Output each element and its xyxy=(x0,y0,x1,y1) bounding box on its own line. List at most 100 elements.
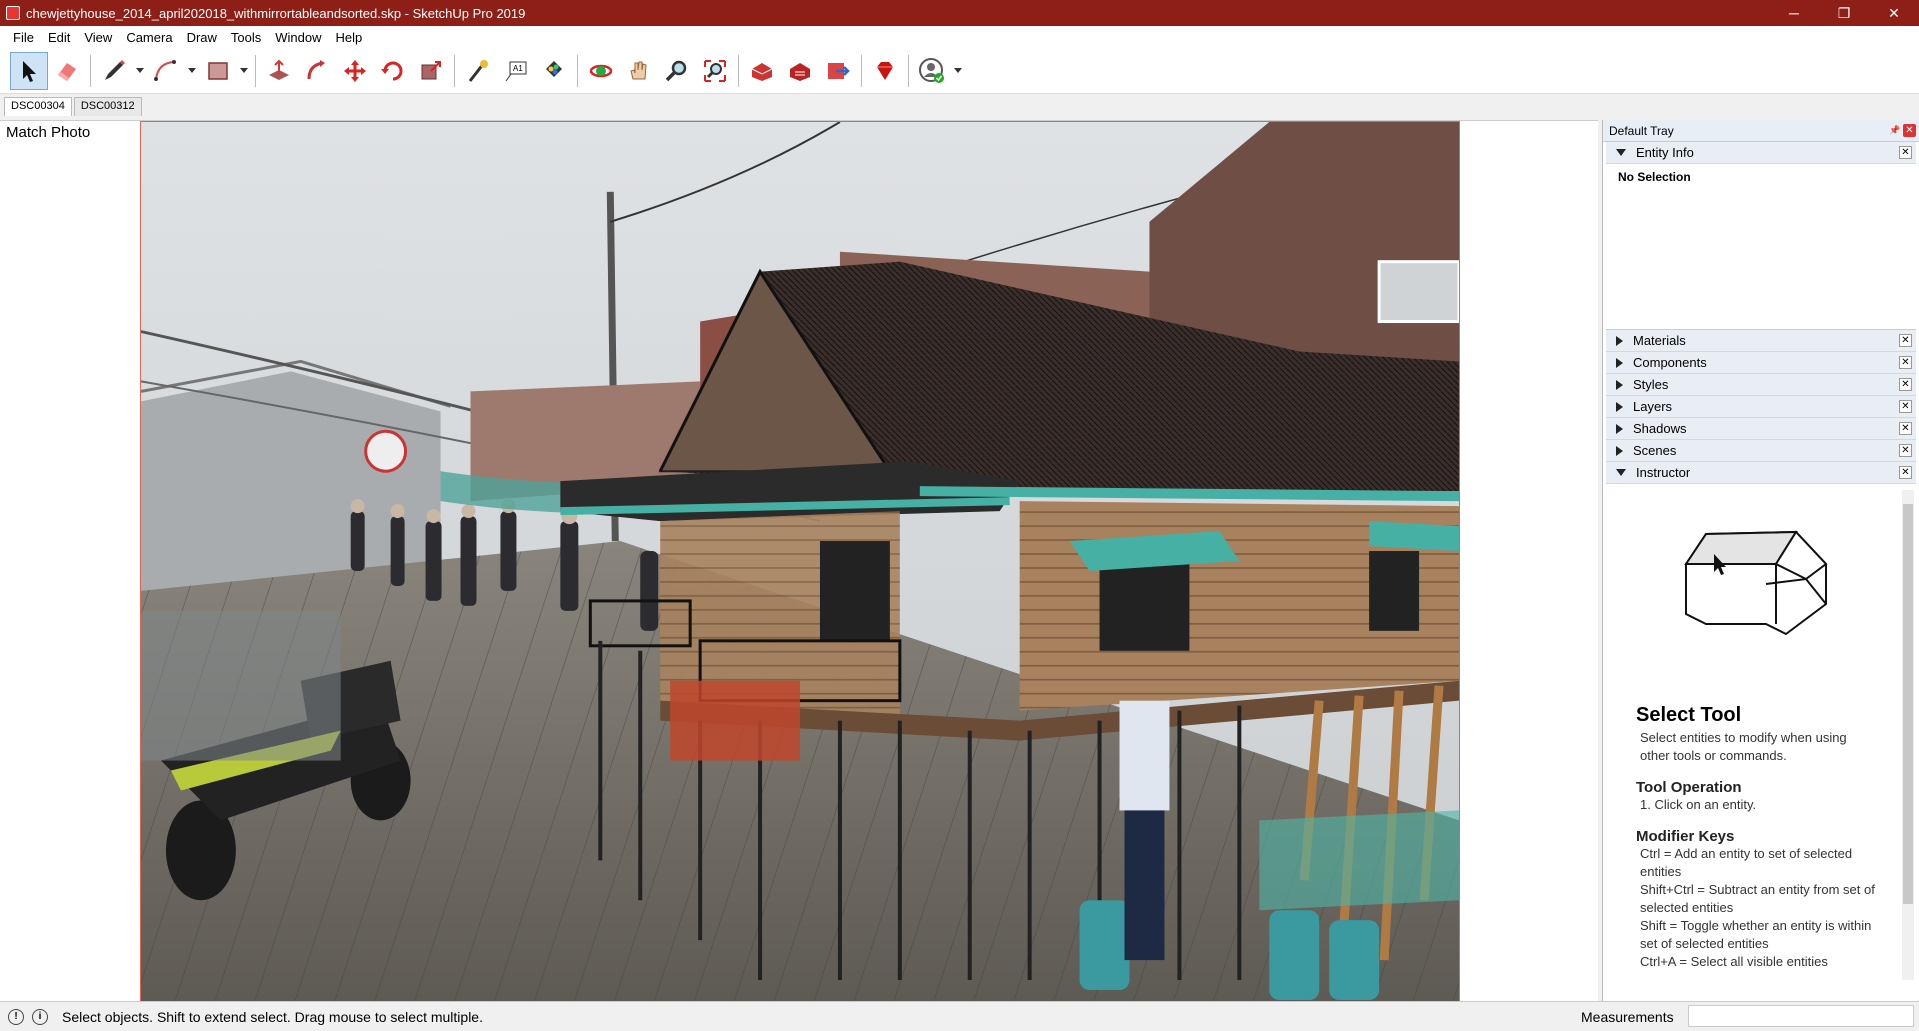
panel-entity-info[interactable]: Entity Info ✕ xyxy=(1606,142,1916,164)
panel-close-icon[interactable]: ✕ xyxy=(1899,334,1912,347)
push-pull-tool-button[interactable] xyxy=(260,52,298,90)
panel-close-icon[interactable]: ✕ xyxy=(1899,146,1912,159)
rectangle-tool-button[interactable] xyxy=(199,52,237,90)
default-tray: Default Tray 📌 ✕ Entity Info ✕ No Select… xyxy=(1602,120,1919,1001)
panel-components[interactable]: Components ✕ xyxy=(1606,352,1916,374)
toolbar-separator xyxy=(908,54,909,87)
send-to-layout-button[interactable] xyxy=(819,52,857,90)
extension-warehouse-button[interactable] xyxy=(781,52,819,90)
user-account-icon xyxy=(919,57,944,83)
entity-info-body: No Selection xyxy=(1606,164,1916,330)
menu-camera[interactable]: Camera xyxy=(119,30,179,45)
toolbar-separator xyxy=(738,54,739,87)
line-tool-dropdown[interactable] xyxy=(133,52,147,90)
move-tool-button[interactable] xyxy=(336,52,374,90)
panel-layers[interactable]: Layers ✕ xyxy=(1606,396,1916,418)
3d-viewport[interactable]: Match Photo xyxy=(0,120,1598,1001)
layout-icon xyxy=(828,62,850,79)
arc-icon xyxy=(154,59,176,81)
pan-tool-button[interactable] xyxy=(620,52,658,90)
selection-status: No Selection xyxy=(1618,170,1691,184)
menu-tools[interactable]: Tools xyxy=(224,30,268,45)
rectangle-tool-dropdown[interactable] xyxy=(237,52,251,90)
panel-close-icon[interactable]: ✕ xyxy=(1899,378,1912,391)
collapsed-triangle-icon xyxy=(1616,335,1623,346)
zoom-extents-icon xyxy=(704,59,726,82)
svg-text:A1: A1 xyxy=(513,64,523,73)
tray-close-icon[interactable]: ✕ xyxy=(1903,124,1916,137)
panel-label: Materials xyxy=(1633,333,1686,348)
scene-tab-dsc00304[interactable]: DSC00304 xyxy=(4,97,72,116)
title-bar: chewjettyhouse_2014_april202018_withmirr… xyxy=(0,0,1919,26)
panel-materials[interactable]: Materials ✕ xyxy=(1606,330,1916,352)
extension-manager-button[interactable] xyxy=(866,52,904,90)
panel-close-icon[interactable]: ✕ xyxy=(1899,422,1912,435)
tape-measure-icon xyxy=(468,59,488,82)
main-toolbar: A1 xyxy=(0,48,1919,94)
panel-label: Layers xyxy=(1633,399,1673,414)
panel-label: Entity Info xyxy=(1636,145,1694,160)
menu-draw[interactable]: Draw xyxy=(180,30,224,45)
measurements-input[interactable] xyxy=(1688,1005,1914,1027)
panel-scenes[interactable]: Scenes ✕ xyxy=(1606,440,1916,462)
info-icon[interactable]: i xyxy=(32,1008,48,1025)
orbit-tool-button[interactable] xyxy=(582,52,620,90)
minimize-button[interactable]: ─ xyxy=(1769,0,1819,26)
instructor-tool-desc: Select entities to modify when using oth… xyxy=(1640,730,1847,763)
toolbar-separator xyxy=(90,54,91,87)
arc-tool-button[interactable] xyxy=(147,52,185,90)
instructor-text: Select Tool Select entities to modify wh… xyxy=(1636,704,1876,971)
panel-close-icon[interactable]: ✕ xyxy=(1899,444,1912,457)
follow-me-tool-button[interactable] xyxy=(298,52,336,90)
menu-file[interactable]: File xyxy=(6,30,41,45)
panel-close-icon[interactable]: ✕ xyxy=(1899,356,1912,369)
menu-window[interactable]: Window xyxy=(268,30,328,45)
close-button[interactable]: ✕ xyxy=(1869,0,1919,26)
panel-styles[interactable]: Styles ✕ xyxy=(1606,374,1916,396)
maximize-button[interactable]: ❐ xyxy=(1819,0,1869,26)
sketchup-app-icon xyxy=(6,6,20,20)
scene-tab-dsc00312[interactable]: DSC00312 xyxy=(73,97,142,116)
panel-label: Shadows xyxy=(1633,421,1687,436)
collapsed-triangle-icon xyxy=(1616,357,1623,368)
text-tool-button[interactable]: A1 xyxy=(497,52,535,90)
select-tool-button[interactable] xyxy=(10,51,48,90)
hand-icon xyxy=(630,61,647,79)
paint-bucket-tool-button[interactable] xyxy=(535,52,573,90)
geo-location-icon[interactable]: ! xyxy=(8,1008,24,1025)
menu-edit[interactable]: Edit xyxy=(41,30,77,45)
panel-instructor[interactable]: Instructor ✕ xyxy=(1606,462,1916,484)
instructor-body: Select Tool Select entities to modify wh… xyxy=(1606,484,1916,982)
extension-warehouse-icon xyxy=(790,62,810,81)
select-tool-illustration-icon xyxy=(1684,530,1828,636)
3d-warehouse-button[interactable] xyxy=(743,52,781,90)
menu-view[interactable]: View xyxy=(77,30,119,45)
rotate-icon xyxy=(381,61,403,80)
instructor-mod-title: Modifier Keys xyxy=(1636,828,1735,845)
zoom-tool-button[interactable] xyxy=(658,52,696,90)
panel-close-icon[interactable]: ✕ xyxy=(1899,466,1912,479)
expanded-triangle-icon xyxy=(1616,469,1626,476)
match-photo-label: Match Photo xyxy=(6,124,91,141)
line-tool-button[interactable] xyxy=(95,52,133,90)
menu-help[interactable]: Help xyxy=(329,30,370,45)
scrollbar-thumb[interactable] xyxy=(1903,504,1913,904)
instructor-mod-line: Ctrl+A = Select all visible entities xyxy=(1640,954,1828,969)
ruby-gem-icon xyxy=(877,61,893,80)
eraser-tool-button[interactable] xyxy=(48,52,86,90)
pin-icon[interactable]: 📌 xyxy=(1889,125,1900,135)
warehouse-icon xyxy=(751,62,773,81)
account-dropdown[interactable] xyxy=(951,52,965,90)
scale-tool-button[interactable] xyxy=(412,52,450,90)
instructor-tool-title: Select Tool xyxy=(1636,704,1742,726)
text-label-icon: A1 xyxy=(505,61,527,81)
arc-tool-dropdown[interactable] xyxy=(185,52,199,90)
panel-close-icon[interactable]: ✕ xyxy=(1899,400,1912,413)
rotate-tool-button[interactable] xyxy=(374,52,412,90)
panel-shadows[interactable]: Shadows ✕ xyxy=(1606,418,1916,440)
zoom-extents-tool-button[interactable] xyxy=(696,52,734,90)
collapsed-triangle-icon xyxy=(1616,445,1623,456)
tape-measure-tool-button[interactable] xyxy=(459,52,497,90)
account-button[interactable] xyxy=(913,52,951,90)
instructor-scrollbar[interactable] xyxy=(1902,490,1914,980)
